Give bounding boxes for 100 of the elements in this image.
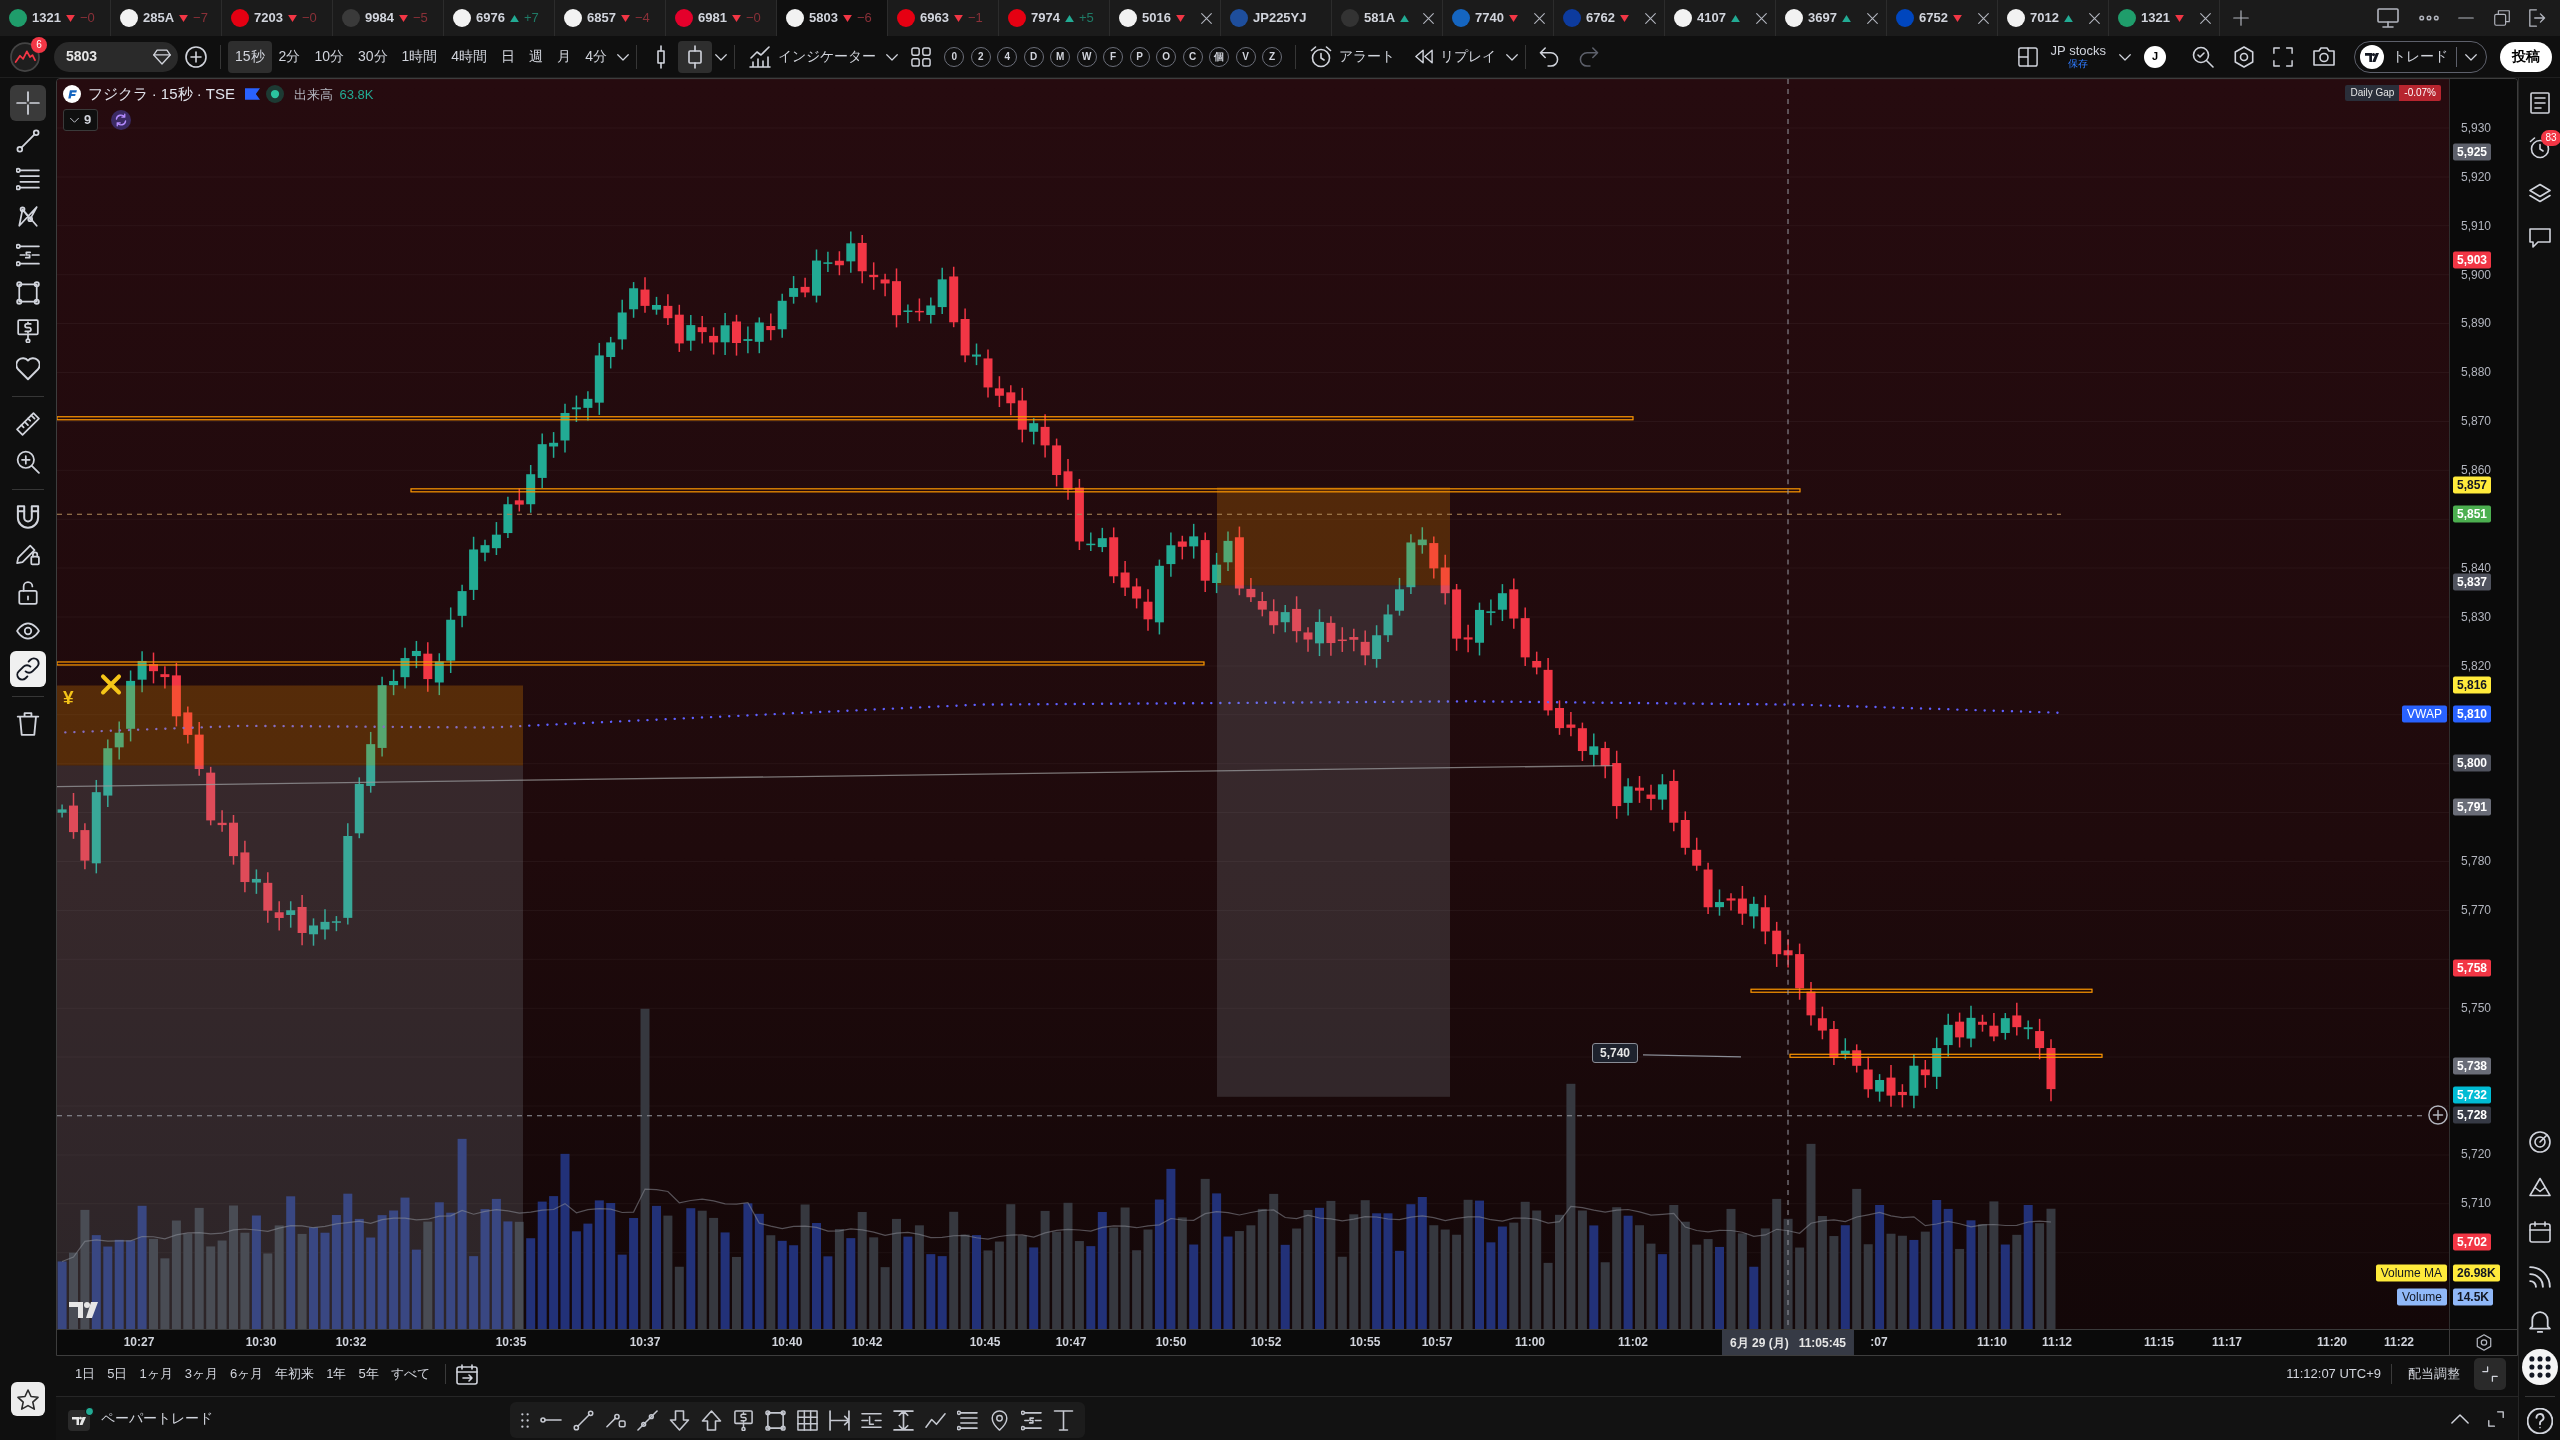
plus-icon[interactable]	[2428, 1105, 2448, 1125]
caret-icon[interactable]	[886, 52, 899, 61]
interval-button[interactable]: 10分	[307, 40, 351, 73]
camera-icon[interactable]	[2312, 47, 2335, 66]
more-icon[interactable]	[2418, 15, 2439, 21]
alarm-clock-icon	[1310, 45, 1333, 68]
horizontal-lines-icon[interactable]	[957, 1409, 978, 1431]
close-icon[interactable]	[1534, 12, 1545, 24]
arrow-up-icon[interactable]	[701, 1409, 722, 1431]
trend-line-icon[interactable]	[573, 1409, 594, 1431]
labeled-lines-icon[interactable]	[1021, 1409, 1042, 1431]
close-icon[interactable]	[1423, 12, 1434, 24]
exit-icon[interactable]	[2529, 9, 2547, 27]
date-range-icon[interactable]	[829, 1409, 850, 1431]
grid-icon[interactable]	[911, 46, 932, 67]
chevron-up-icon[interactable]	[2450, 1413, 2469, 1424]
layout-icon[interactable]	[2017, 46, 2038, 67]
add-symbol-icon[interactable]	[184, 45, 207, 68]
panel-button[interactable]: 83	[2521, 130, 2558, 166]
layout-name[interactable]: JP stocks	[2050, 43, 2106, 58]
symbol-search-field[interactable]: 5803	[54, 41, 178, 72]
close-icon[interactable]	[1201, 12, 1212, 24]
caret-icon[interactable]	[2119, 52, 2131, 61]
redo-icon[interactable]	[1578, 46, 1599, 67]
undo-icon[interactable]	[1539, 46, 1560, 67]
range-button[interactable]: 年初来	[270, 1362, 320, 1386]
extended-line-icon[interactable]	[637, 1409, 658, 1431]
price-range-icon[interactable]	[893, 1409, 914, 1431]
avatar-icon[interactable]	[10, 41, 40, 72]
time-scale-label: 11:15	[2144, 1335, 2174, 1349]
panel-button[interactable]	[2521, 1348, 2558, 1385]
restore-icon[interactable]	[2493, 10, 2510, 26]
calendar-icon[interactable]	[455, 1363, 478, 1385]
range-button[interactable]: すべて	[385, 1362, 435, 1386]
interval-button[interactable]: 1時間	[394, 40, 445, 73]
price-note-icon[interactable]	[733, 1409, 754, 1431]
range-button[interactable]: 5年	[353, 1362, 384, 1386]
range-button[interactable]: 6ヶ月	[224, 1362, 269, 1386]
browser-tab[interactable]: 5803 −6	[777, 0, 888, 36]
caret-icon[interactable]	[715, 52, 728, 61]
table-icon[interactable]	[797, 1409, 818, 1431]
interval-button[interactable]: 15秒	[228, 40, 272, 73]
close-icon[interactable]	[2089, 12, 2100, 24]
chart-type-button[interactable]	[678, 40, 713, 73]
monitor-icon[interactable]	[2377, 8, 2399, 28]
favorites-button[interactable]	[11, 1382, 45, 1416]
map-pin-icon[interactable]	[989, 1409, 1010, 1431]
fullscreen-icon[interactable]	[2273, 46, 2293, 67]
account-button[interactable]: J	[2144, 45, 2166, 68]
adjustment-button[interactable]: 配当調整	[2402, 1362, 2466, 1386]
tool-button[interactable]	[10, 85, 46, 121]
panel-title[interactable]: ペーパートレード	[100, 1408, 213, 1429]
time-scale-label: 10:32	[335, 1335, 367, 1349]
close-icon[interactable]	[1867, 12, 1878, 24]
text-tool-icon[interactable]	[1053, 1409, 1074, 1431]
indicators-toggle-button[interactable]: 9	[63, 108, 99, 131]
horizontal-line[interactable]	[1750, 988, 2093, 993]
close-icon[interactable]	[1978, 12, 1989, 24]
range-button[interactable]: 1年	[321, 1362, 352, 1386]
range-button[interactable]: 1日	[70, 1362, 101, 1386]
position-box[interactable]	[1217, 487, 1450, 1097]
rectangle-icon[interactable]	[765, 1409, 786, 1431]
range-button[interactable]: 3ヶ月	[179, 1362, 223, 1386]
range-button[interactable]: 5日	[102, 1362, 133, 1386]
close-icon[interactable]	[1645, 12, 1656, 24]
caret-icon[interactable]	[1505, 52, 1518, 61]
help-icon[interactable]	[2526, 1407, 2553, 1434]
caret-icon[interactable]	[617, 52, 630, 61]
alert-button[interactable]: アラート	[1303, 40, 1402, 73]
close-icon[interactable]	[2200, 12, 2211, 24]
time-scale-label: 10:37	[629, 1335, 661, 1349]
position-box[interactable]	[57, 685, 523, 1329]
settings-icon[interactable]	[2475, 1334, 2492, 1351]
horizontal-line[interactable]	[1789, 1053, 2103, 1058]
maximize-icon[interactable]	[2488, 1410, 2504, 1427]
settings-icon[interactable]	[2233, 45, 2254, 68]
price-label[interactable]: 5,740	[1592, 1043, 1639, 1063]
indicators-button[interactable]: インジケーター	[742, 40, 883, 73]
collapse-button[interactable]	[2474, 1358, 2506, 1390]
horizontal-line[interactable]	[57, 416, 1634, 421]
interval-button[interactable]: 日	[494, 40, 523, 73]
magnifier-icon[interactable]	[2192, 45, 2214, 68]
candle-outline-icon	[656, 44, 667, 69]
toggle-button[interactable]	[10, 651, 46, 687]
replay-button[interactable]: リプレイ	[1408, 40, 1503, 73]
new-tab-icon[interactable]	[2233, 10, 2249, 26]
interval-button[interactable]: 4時間	[444, 40, 495, 73]
horizontal-ray-icon[interactable]	[540, 1417, 562, 1423]
publish-button[interactable]: 投稿	[2500, 41, 2552, 72]
interval-button[interactable]: 4分	[578, 40, 614, 73]
range-button[interactable]: 1ヶ月	[134, 1362, 178, 1386]
interval-button[interactable]: 30分	[350, 40, 395, 73]
arrow-down-icon[interactable]	[669, 1409, 690, 1431]
close-icon[interactable]	[1756, 12, 1767, 24]
interval-button[interactable]: 2分	[271, 40, 308, 73]
horizontal-line[interactable]	[57, 661, 1205, 666]
interval-button[interactable]: 月	[550, 40, 579, 73]
refresh-icon[interactable]	[111, 109, 132, 130]
horizontal-line[interactable]	[410, 488, 1801, 493]
interval-button[interactable]: 週	[522, 40, 551, 73]
